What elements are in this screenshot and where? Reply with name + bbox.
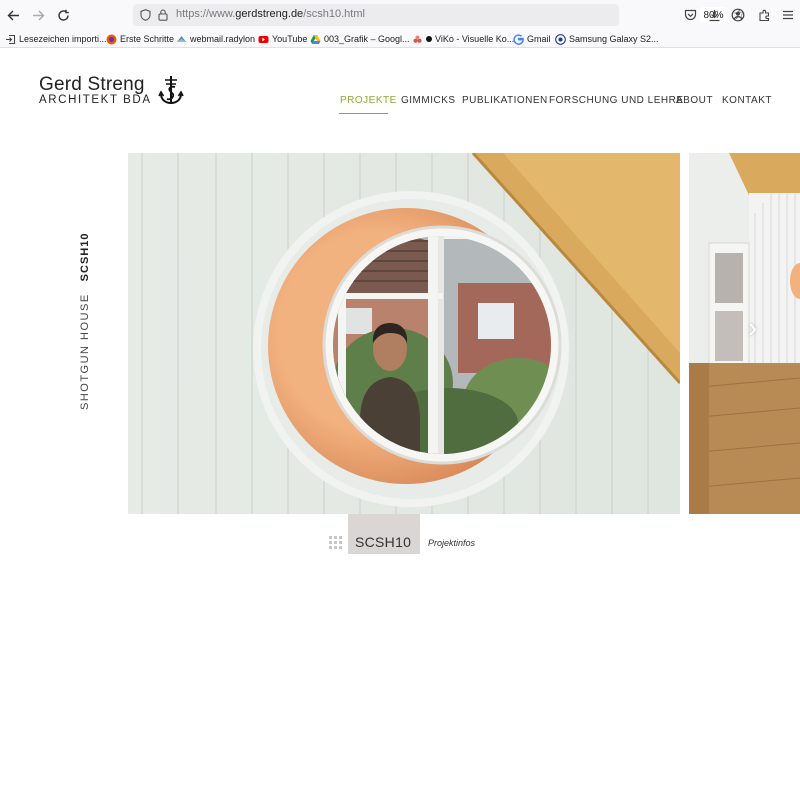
- bookmark-samsung[interactable]: Samsung Galaxy S2...: [555, 32, 659, 46]
- youtube-icon: [258, 35, 269, 43]
- active-nav-underline: [339, 113, 388, 114]
- bookmarks-bar: Lesezeichen importi... Erste Schritte we…: [0, 30, 800, 48]
- forward-button[interactable]: [29, 6, 47, 24]
- bookmark-erste-schritte[interactable]: Erste Schritte: [106, 32, 174, 46]
- samsung-icon: [555, 33, 566, 45]
- bookmark-import[interactable]: Lesezeichen importi...: [5, 32, 107, 46]
- nav-gimmicks[interactable]: GIMMICKS: [401, 95, 456, 106]
- bookmark-label: Lesezeichen importi...: [19, 34, 107, 44]
- nav-projekte[interactable]: PROJEKTE: [340, 95, 397, 106]
- project-code: SCSH10: [79, 232, 91, 282]
- reload-button[interactable]: [54, 6, 72, 24]
- bookmark-label: webmail.radylon: [190, 34, 256, 44]
- back-button[interactable]: [4, 6, 22, 24]
- shield-icon[interactable]: [137, 7, 153, 23]
- slide-main-image[interactable]: [128, 153, 680, 514]
- url-bar[interactable]: https://www.gerdstreng.de/scsh10.html 80…: [133, 4, 746, 26]
- pocket-icon[interactable]: [682, 7, 698, 23]
- bookmark-label: Erste Schritte: [120, 34, 175, 44]
- bookmark-webmail[interactable]: webmail.radylon: [176, 32, 255, 46]
- chevron-right-icon[interactable]: ›: [748, 312, 757, 344]
- projektinfos-link[interactable]: Projektinfos: [428, 538, 475, 548]
- bookmark-label: Gmail: [527, 34, 551, 44]
- nav-kontakt[interactable]: KONTAKT: [722, 95, 772, 106]
- bookmark-label: ViKo - Visuelle Ko...: [435, 34, 515, 44]
- project-title: SHOTGUN HOUSE: [79, 293, 91, 410]
- viko-icon: [413, 35, 422, 43]
- site-logo-name[interactable]: Gerd Streng: [39, 74, 145, 96]
- bookmark-youtube[interactable]: YouTube: [258, 32, 307, 46]
- url-prefix: https://www.: [176, 8, 236, 20]
- bookmark-gmail[interactable]: Gmail: [513, 32, 551, 46]
- grid-view-icon[interactable]: [329, 536, 342, 549]
- round-window-photo: [128, 153, 680, 514]
- bookmark-label: 003_Grafik – Googl...: [324, 34, 410, 44]
- nav-publikationen[interactable]: PUBLIKATIONEN: [462, 95, 548, 106]
- arrow-left-icon: [7, 10, 19, 20]
- url-domain: gerdstreng.de: [235, 8, 304, 20]
- bookmark-grafik[interactable]: 003_Grafik – Googl...: [310, 32, 410, 46]
- import-icon: [6, 34, 16, 44]
- anchor-logo-icon[interactable]: [158, 74, 184, 106]
- firefox-icon: [106, 34, 117, 44]
- google-icon: [513, 33, 524, 45]
- menu-icon[interactable]: [780, 7, 796, 23]
- bookmark-viko[interactable]: ViKo - Visuelle Ko...: [412, 32, 514, 46]
- arrow-right-icon: [32, 10, 44, 20]
- dot-icon: [426, 36, 432, 42]
- nav-about[interactable]: ABOUT: [676, 95, 713, 106]
- nav-forschung-und-lehre[interactable]: FORSCHUNG UND LEHRE: [549, 95, 684, 106]
- bookmark-label: YouTube: [272, 34, 308, 44]
- vertical-project-title: SHOTGUN HOUSE SCSH10: [72, 233, 98, 410]
- slide-next-image[interactable]: [689, 153, 800, 514]
- download-icon[interactable]: [706, 7, 722, 23]
- lock-icon[interactable]: [155, 7, 171, 23]
- extensions-icon[interactable]: [756, 7, 772, 23]
- project-code-label: SCSH10: [355, 534, 412, 550]
- interior-photo: [689, 153, 800, 514]
- url-text[interactable]: https://www.gerdstreng.de/scsh10.html: [176, 8, 365, 20]
- bookmark-label: Samsung Galaxy S2...: [569, 34, 659, 44]
- account-icon[interactable]: [730, 7, 746, 23]
- reload-icon: [57, 9, 69, 21]
- url-path: /scsh10.html: [303, 8, 365, 20]
- webmail-icon: [177, 35, 186, 42]
- site-logo-subtitle[interactable]: ARCHITEKT BDA: [39, 94, 152, 106]
- google-drive-icon: [310, 34, 321, 44]
- browser-toolbar: https://www.gerdstreng.de/scsh10.html 80…: [0, 0, 800, 30]
